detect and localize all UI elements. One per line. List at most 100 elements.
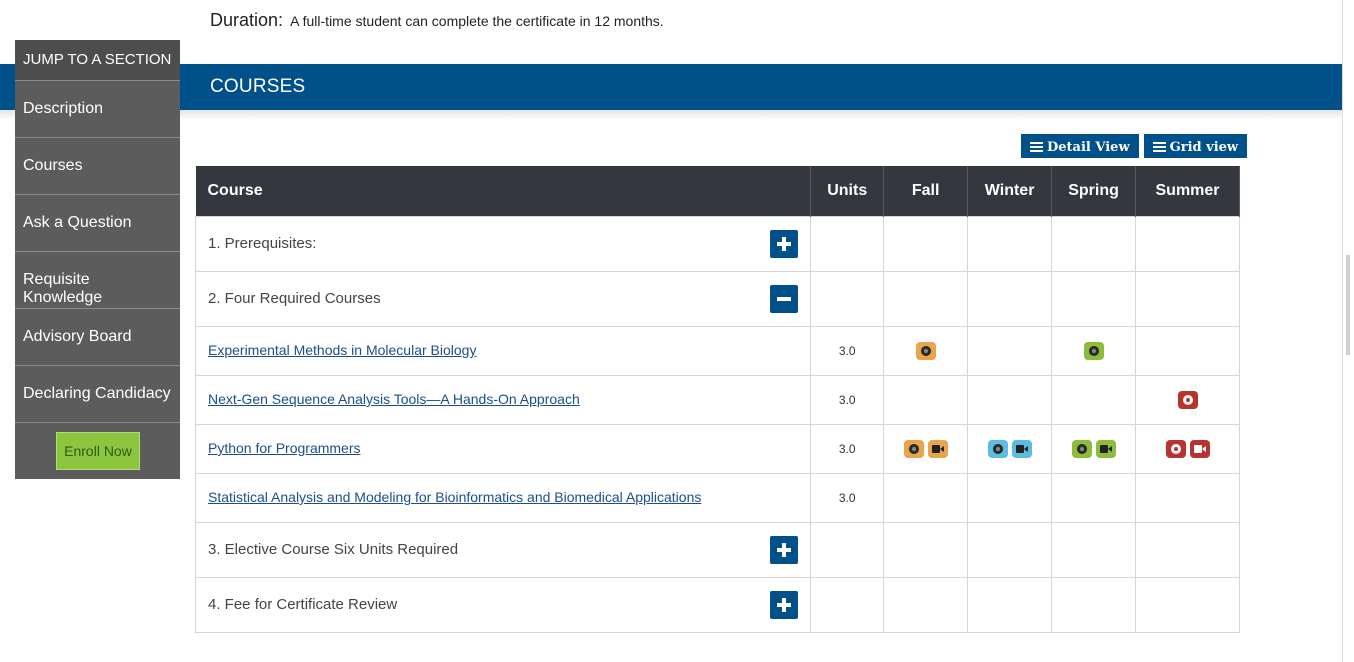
fall-cell [883,423,969,474]
video-camera-icon [1099,444,1112,453]
enroll-container: Enroll Now [15,422,180,479]
online-globe-icon[interactable] [1071,439,1092,458]
empty-cell [1135,521,1240,578]
spring-cell [1051,374,1137,425]
fall-cell [883,472,969,523]
enroll-now-button[interactable]: Enroll Now [56,432,140,470]
detail-view-label: Detail View [1047,140,1130,155]
col-header-units: Units [810,166,885,216]
nav-item-courses[interactable]: Courses [15,137,180,194]
group-label-cell: 1. Prerequisites: [194,215,812,272]
empty-cell [1051,270,1137,327]
col-header-course: Course [195,166,812,216]
nav-item-description[interactable]: Description [15,80,180,137]
toggle-bar [777,296,792,301]
live-video-icon[interactable] [1189,439,1210,458]
course-name-cell: Python for Programmers [194,423,812,474]
spring-cell [1051,472,1137,523]
winter-cell [967,374,1053,425]
group-row: 2. Four Required Courses [194,270,1240,327]
video-camera-icon [931,444,944,453]
list-icon [1152,142,1166,153]
collapse-minus-button[interactable] [770,284,799,313]
duration-label: Duration: [210,10,284,30]
course-link[interactable]: Experimental Methods in Molecular Biolog… [208,342,476,358]
expand-plus-button[interactable] [770,229,799,258]
group-label: 2. Four Required Courses [208,290,381,307]
units-cell: 3.0 [810,374,885,425]
nav-item-ask-a-question[interactable]: Ask a Question [15,194,180,251]
expand-plus-button[interactable] [770,590,799,619]
units-cell: 3.0 [810,423,885,474]
winter-cell [967,423,1053,474]
course-row: Python for Programmers 3.0 [194,423,1240,474]
nav-item-advisory-board[interactable]: Advisory Board [15,308,180,365]
group-label-cell: 3. Elective Course Six Units Required [194,521,812,578]
globe-icon [1076,443,1087,454]
empty-cell [810,270,885,327]
course-row: Next-Gen Sequence Analysis Tools—A Hands… [194,374,1240,425]
online-globe-icon[interactable] [903,439,924,458]
online-globe-icon[interactable] [1177,390,1198,409]
globe-icon [908,443,919,454]
summer-cell [1135,325,1240,376]
winter-cell [967,325,1053,376]
summer-cell [1135,472,1240,523]
live-video-icon[interactable] [927,439,948,458]
page-scrollbar[interactable] [1342,0,1354,662]
globe-icon [920,345,931,356]
grid-view-label: Grid view [1169,140,1239,155]
empty-cell [1135,215,1240,272]
grid-view-button[interactable]: Grid view [1143,134,1248,158]
fall-cell [883,374,969,425]
detail-view-button[interactable]: Detail View [1021,134,1139,158]
course-name-cell: Experimental Methods in Molecular Biolog… [194,325,812,376]
empty-cell [1051,215,1137,272]
empty-cell [883,576,969,633]
online-globe-icon[interactable] [1165,439,1186,458]
video-camera-icon [1193,444,1206,453]
nav-heading: JUMP TO A SECTION [15,40,180,80]
units-cell: 3.0 [810,325,885,376]
toggle-bar [782,542,787,557]
group-row: 1. Prerequisites: [194,215,1240,272]
course-row: Experimental Methods in Molecular Biolog… [194,325,1240,376]
group-label: 1. Prerequisites: [208,235,317,252]
units-cell: 3.0 [810,472,885,523]
empty-cell [1051,576,1137,633]
online-globe-icon[interactable] [915,341,936,360]
live-video-icon[interactable] [1095,439,1116,458]
course-link[interactable]: Next-Gen Sequence Analysis Tools—A Hands… [208,391,580,407]
empty-cell [967,270,1053,327]
group-label: 3. Elective Course Six Units Required [208,541,459,558]
col-header-spring: Spring [1051,166,1137,216]
expand-plus-button[interactable] [770,535,799,564]
table-header-row: Course Units Fall Winter Spring Summer [195,166,1240,216]
empty-cell [967,521,1053,578]
group-row: 3. Elective Course Six Units Required [194,521,1240,578]
jump-to-section-nav: JUMP TO A SECTION Description Courses As… [15,40,180,479]
empty-cell [810,576,885,633]
empty-cell [967,576,1053,633]
view-toggle-group: Detail View Grid view [1021,134,1248,158]
empty-cell [883,521,969,578]
group-row: 4. Fee for Certificate Review [194,576,1240,633]
fall-cell [883,325,969,376]
globe-icon [1182,394,1193,405]
group-label-cell: 2. Four Required Courses [194,270,812,327]
globe-icon [1088,345,1099,356]
online-globe-icon[interactable] [1083,341,1104,360]
live-video-icon[interactable] [1011,439,1032,458]
empty-cell [883,215,969,272]
section-banner: COURSES [0,64,1342,110]
course-link[interactable]: Statistical Analysis and Modeling for Bi… [208,489,701,505]
course-link[interactable]: Python for Programmers [208,440,361,456]
scrollbar-thumb[interactable] [1346,255,1350,355]
empty-cell [810,521,885,578]
video-camera-icon [1015,444,1028,453]
nav-item-requisite-knowledge[interactable]: Requisite Knowledge [15,251,180,308]
online-globe-icon[interactable] [987,439,1008,458]
spring-cell [1051,423,1137,474]
nav-item-declaring-candidacy[interactable]: Declaring Candidacy [15,365,180,422]
empty-cell [1051,521,1137,578]
